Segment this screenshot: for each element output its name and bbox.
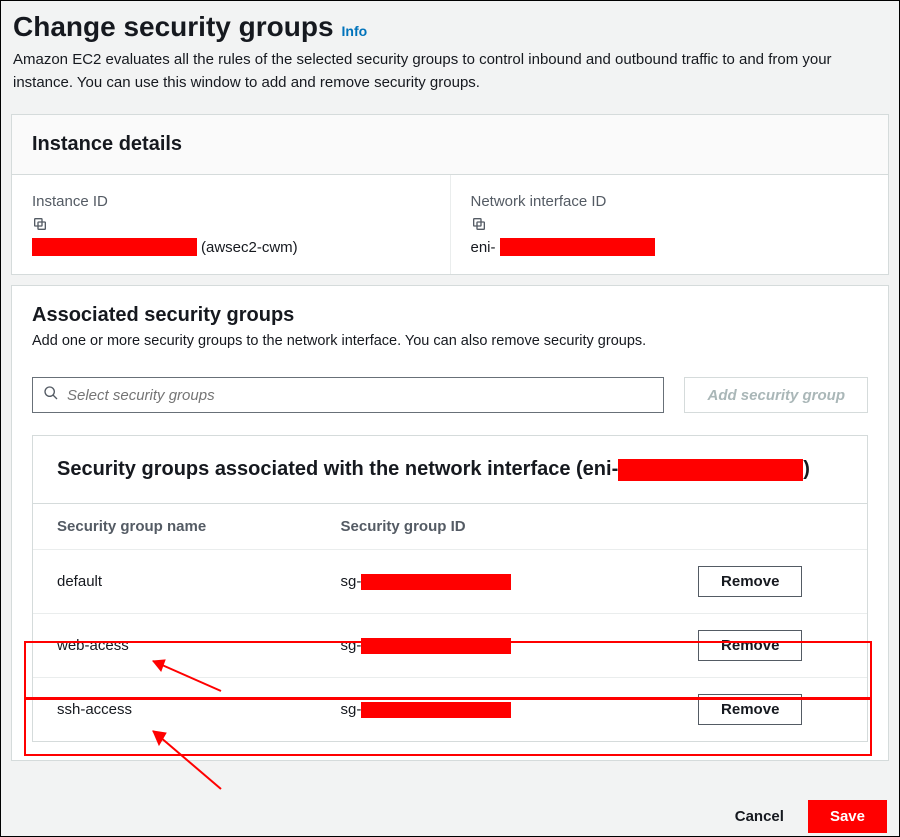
instance-id-value: (awsec2-cwm): [32, 238, 430, 256]
sg-name-cell: web-acess: [33, 614, 317, 678]
copy-icon[interactable]: [32, 216, 48, 232]
eni-label: Network interface ID: [471, 193, 869, 210]
search-icon: [43, 385, 67, 406]
sg-name-cell: default: [33, 550, 317, 614]
cancel-button[interactable]: Cancel: [729, 800, 790, 833]
table-row: ssh-access sg- Remove: [33, 678, 867, 742]
sg-name-cell: ssh-access: [33, 678, 317, 742]
add-sg-button: Add security group: [684, 377, 868, 413]
sg-id-cell: sg-: [317, 550, 634, 614]
copy-icon[interactable]: [471, 216, 487, 232]
sg-table-panel: Security groups associated with the netw…: [32, 435, 868, 742]
remove-button[interactable]: Remove: [698, 694, 802, 725]
associated-sg-panel: Associated security groups Add one or mo…: [11, 285, 889, 761]
instance-details-panel: Instance details Instance ID (awsec2-cwm…: [11, 114, 889, 275]
remove-button[interactable]: Remove: [698, 566, 802, 597]
page-title: Change security groups: [13, 11, 334, 43]
page-subtitle: Amazon EC2 evaluates all the rules of th…: [13, 49, 887, 94]
assoc-panel-subtitle: Add one or more security groups to the n…: [32, 333, 868, 349]
table-row: web-acess sg- Remove: [33, 614, 867, 678]
info-link[interactable]: Info: [342, 23, 368, 39]
save-button[interactable]: Save: [808, 800, 887, 833]
instance-id-label: Instance ID: [32, 193, 430, 210]
col-sg-id: Security group ID: [317, 504, 634, 550]
col-sg-name: Security group name: [33, 504, 317, 550]
remove-button[interactable]: Remove: [698, 630, 802, 661]
eni-value: eni-: [471, 238, 869, 256]
table-row: default sg- Remove: [33, 550, 867, 614]
sg-table-title: Security groups associated with the netw…: [33, 436, 867, 504]
sg-id-cell: sg-: [317, 678, 634, 742]
instance-details-title: Instance details: [32, 133, 868, 156]
assoc-panel-title: Associated security groups: [32, 304, 868, 327]
sg-id-cell: sg-: [317, 614, 634, 678]
sg-search-input[interactable]: [67, 387, 653, 404]
sg-search-box[interactable]: [32, 377, 664, 413]
